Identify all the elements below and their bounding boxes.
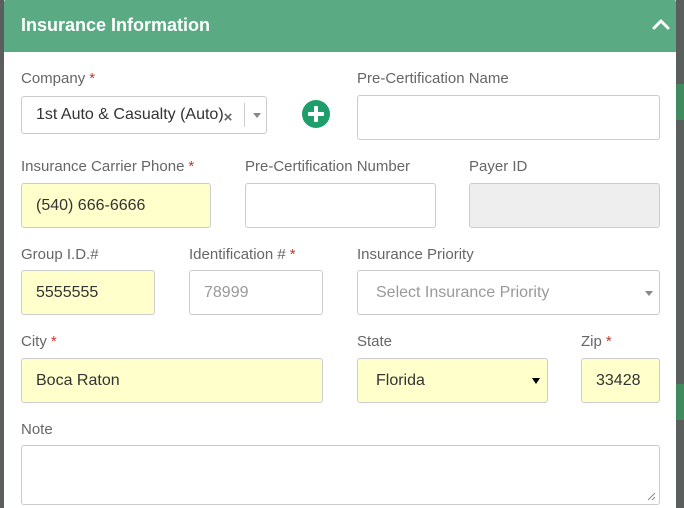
city-label: City * <box>21 333 57 350</box>
required-mark: * <box>605 333 612 350</box>
identification-input[interactable]: 78999 <box>189 270 323 315</box>
pre-certification-number-input[interactable] <box>245 183 436 228</box>
required-mark: * <box>188 158 195 175</box>
payer-id-input <box>469 183 660 228</box>
required-mark: * <box>289 246 296 263</box>
group-id-input[interactable]: 5555555 <box>21 270 155 315</box>
insurance-priority-select[interactable]: Select Insurance Priority <box>357 270 660 315</box>
company-label: Company * <box>21 70 96 87</box>
carrier-phone-value: (540) 666-6666 <box>36 196 146 214</box>
carrier-phone-input[interactable]: (540) 666-6666 <box>21 183 211 228</box>
insurance-priority-placeholder: Select Insurance Priority <box>376 283 550 301</box>
identification-placeholder: 78999 <box>204 283 249 301</box>
group-id-label: Group I.D.# <box>21 246 99 263</box>
note-label: Note <box>21 421 53 438</box>
chevron-down-icon[interactable] <box>532 378 540 384</box>
pre-certification-number-label: Pre-Certification Number <box>245 158 411 175</box>
pre-certification-name-label: Pre-Certification Name <box>357 70 509 87</box>
zip-value: 33428 <box>596 371 641 389</box>
insurance-information-panel: Insurance Information Company * 1st Auto … <box>4 0 676 508</box>
state-select[interactable]: Florida <box>357 358 548 403</box>
chevron-down-icon[interactable] <box>253 113 261 118</box>
state-label: State <box>357 333 393 350</box>
chevron-down-icon[interactable] <box>645 291 653 296</box>
panel-title: Insurance Information <box>21 15 211 35</box>
city-value: Boca Raton <box>36 371 120 389</box>
plus-circle-icon[interactable] <box>302 100 330 128</box>
chevron-up-icon[interactable] <box>650 14 672 34</box>
group-id-value: 5555555 <box>36 283 99 301</box>
panel-header[interactable]: Insurance Information <box>4 0 676 52</box>
required-mark: * <box>89 70 96 87</box>
background-accent-1 <box>676 84 684 120</box>
payer-id-label: Payer ID <box>469 158 528 175</box>
resize-handle-icon[interactable] <box>647 492 656 501</box>
zip-input[interactable]: 33428 <box>581 358 660 403</box>
pre-certification-name-input[interactable] <box>357 95 660 140</box>
close-icon[interactable]: × <box>221 101 235 133</box>
background-accent-2 <box>676 384 684 420</box>
identification-label: Identification # * <box>189 246 296 263</box>
city-input[interactable]: Boca Raton <box>21 358 323 403</box>
state-value: Florida <box>376 371 425 389</box>
select-divider <box>244 103 245 127</box>
company-select[interactable]: 1st Auto & Casualty (Auto) × <box>21 96 267 134</box>
insurance-priority-label: Insurance Priority <box>357 246 474 263</box>
note-textarea[interactable] <box>21 445 660 505</box>
zip-label: Zip * <box>581 333 612 350</box>
required-mark: * <box>50 333 57 350</box>
carrier-phone-label: Insurance Carrier Phone * <box>21 158 195 175</box>
company-value: 1st Auto & Casualty (Auto) <box>36 106 224 123</box>
